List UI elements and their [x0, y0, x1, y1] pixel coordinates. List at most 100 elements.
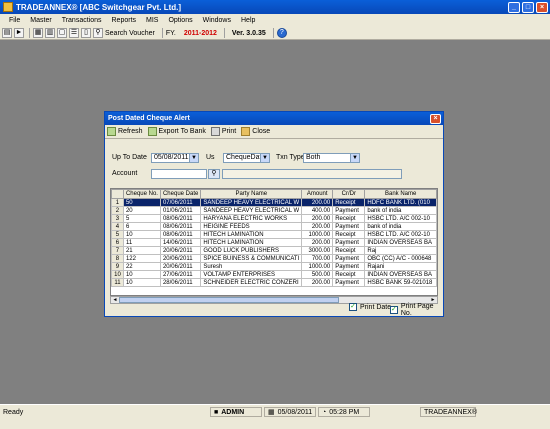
row-number[interactable]: 9 [111, 262, 124, 271]
menu-help[interactable]: Help [241, 17, 255, 24]
amount-cell[interactable]: 400.00 [301, 206, 334, 215]
chevron-down-icon[interactable]: ▼ [260, 154, 269, 162]
search-voucher-button[interactable]: Search Voucher [105, 30, 155, 37]
row-number[interactable]: 11 [111, 278, 124, 287]
amount-cell[interactable]: 200.00 [301, 278, 334, 287]
cheque-no-cell[interactable]: 21 [122, 246, 161, 255]
bank-name-cell[interactable]: INDIAN OVERSEAS BA [364, 270, 437, 279]
us-select[interactable]: ChequeDate ▼ [223, 153, 270, 163]
crdr-cell[interactable]: Payment [332, 222, 366, 231]
scroll-left-icon[interactable]: ◄ [111, 297, 119, 303]
column-header[interactable]: Bank Name [364, 189, 437, 199]
cheque-date-cell[interactable]: 20/06/2011 [159, 246, 202, 255]
party-name-cell[interactable]: SANDEEP HEAVY ELECTRICAL W [200, 206, 303, 215]
row-number[interactable]: 6 [111, 238, 124, 247]
exit-icon[interactable]: ► [14, 28, 24, 38]
document-icon[interactable]: ▯ [81, 28, 91, 38]
party-name-cell[interactable]: SCHNEIDER ELECTRIC CONZERI [200, 278, 303, 287]
bank-name-cell[interactable]: HSBC LTD. A/C 002-10 [364, 230, 437, 239]
account-search-icon[interactable]: ⚲ [208, 169, 220, 179]
amount-cell[interactable]: 1000.00 [301, 230, 334, 239]
cheque-date-cell[interactable]: 07/06/2011 [159, 198, 202, 207]
cheque-no-cell[interactable]: 10 [122, 278, 161, 287]
search-voucher-icon[interactable]: ⚲ [93, 28, 103, 38]
column-header[interactable]: Cheque Date [159, 189, 202, 199]
cheque-no-cell[interactable]: 5 [122, 214, 161, 223]
window-icon[interactable]: ▢ [57, 28, 67, 38]
crdr-cell[interactable]: Payment [332, 254, 366, 263]
amount-cell[interactable]: 200.00 [301, 238, 334, 247]
account-field[interactable] [151, 169, 207, 179]
party-name-cell[interactable]: HITECH LAMINATION [200, 238, 303, 247]
amount-cell[interactable]: 200.00 [301, 198, 334, 207]
txn-type-select[interactable]: Both ▼ [303, 153, 360, 163]
table-row[interactable]: 10 10 27/06/2011 VOLTAMP ENTERPRISES 500.00 R… [111, 270, 437, 279]
table-row[interactable]: 11 10 28/06/2011 SCHNEIDER ELECTRIC CONZERI… [111, 278, 437, 287]
column-header[interactable]: Cheque No. [122, 189, 161, 199]
table-row[interactable]: 8 122 20/06/2011 SPICE BUINESS & COMMUNICAT… [111, 254, 437, 263]
bank-name-cell[interactable]: HDFC BANK LTD. (010 [364, 198, 437, 207]
print-page-checkbox[interactable]: ✓ Print Page No. [390, 303, 443, 317]
cheque-no-cell[interactable]: 11 [122, 238, 161, 247]
bank-name-cell[interactable]: Rajani [364, 262, 437, 271]
crdr-cell[interactable]: Payment [332, 238, 366, 247]
menu-mis[interactable]: MIS [146, 17, 158, 24]
party-name-cell[interactable]: Suresh [200, 262, 303, 271]
amount-cell[interactable]: 3000.00 [301, 246, 334, 255]
crdr-cell[interactable]: Receipt [332, 270, 366, 279]
cheque-date-cell[interactable]: 08/06/2011 [159, 230, 202, 239]
minimize-button[interactable]: _ [508, 1, 520, 13]
refresh-button[interactable]: Refresh [107, 127, 143, 136]
menu-reports[interactable]: Reports [112, 17, 137, 24]
table-row[interactable]: 6 11 14/06/2011 HITECH LAMINATION 200.00 Paym… [111, 238, 437, 247]
crdr-cell[interactable]: Payment [332, 278, 366, 287]
print-button[interactable]: Print [210, 127, 236, 136]
menu-options[interactable]: Options [168, 17, 192, 24]
table-row[interactable]: 1 50 07/06/2011 SANDEEP HEAVY ELECTRICAL W2… [111, 198, 437, 207]
crdr-cell[interactable]: Receipt [332, 214, 366, 223]
chevron-down-icon[interactable]: ▼ [189, 154, 198, 162]
party-name-cell[interactable]: SPICE BUINESS & COMMUNICATI [200, 254, 303, 263]
cheque-date-cell[interactable]: 28/06/2011 [159, 278, 202, 287]
dialog-close-icon[interactable]: × [430, 113, 441, 124]
chevron-down-icon[interactable]: ▼ [350, 154, 359, 162]
cheque-no-cell[interactable]: 50 [122, 198, 161, 207]
cheque-date-cell[interactable]: 01/06/2011 [159, 206, 202, 215]
crdr-cell[interactable]: Receipt [332, 198, 366, 207]
cheque-no-cell[interactable]: 10 [122, 270, 161, 279]
print-date-checkbox[interactable]: ✓ Print Date [349, 303, 391, 311]
table-row[interactable]: 4 6 08/06/2011 HEIGINE FEEDS 200.00 Payment ba… [111, 222, 437, 231]
close-button[interactable]: × [536, 1, 548, 13]
list-icon[interactable]: ☰ [69, 28, 79, 38]
amount-cell[interactable]: 1000.00 [301, 262, 334, 271]
cheque-no-cell[interactable]: 22 [122, 262, 161, 271]
row-number[interactable]: 3 [111, 214, 124, 223]
row-number[interactable]: 7 [111, 246, 124, 255]
cheque-no-cell[interactable]: 10 [122, 230, 161, 239]
column-header[interactable]: Party Name [200, 189, 303, 199]
row-number[interactable]: 10 [111, 270, 124, 279]
table-row[interactable]: 9 22 20/06/2011 Suresh 1000.00 Payment Rajani [111, 262, 437, 271]
column-header[interactable]: Amount [301, 189, 334, 199]
maximize-button[interactable]: □ [522, 1, 534, 13]
party-name-cell[interactable]: GOOD LUCK PUBLISHERS [200, 246, 303, 255]
crdr-cell[interactable]: Payment [332, 262, 366, 271]
row-number[interactable]: 4 [111, 222, 124, 231]
cheque-date-cell[interactable]: 27/06/2011 [159, 270, 202, 279]
crdr-cell[interactable]: Payment [332, 206, 366, 215]
menu-file[interactable]: File [9, 17, 20, 24]
table-row[interactable]: 3 5 08/06/2011 HARYANA ELECTRIC WORKS 200.00… [111, 214, 437, 223]
cheque-date-cell[interactable]: 20/06/2011 [159, 262, 202, 271]
menu-transactions[interactable]: Transactions [62, 17, 102, 24]
cheque-no-cell[interactable]: 6 [122, 222, 161, 231]
cheque-date-cell[interactable]: 20/06/2011 [159, 254, 202, 263]
bank-name-cell[interactable]: Raj [364, 246, 437, 255]
table-row[interactable]: 2 20 01/06/2011 SANDEEP HEAVY ELECTRICAL W4… [111, 206, 437, 215]
party-name-cell[interactable]: VOLTAMP ENTERPRISES [200, 270, 303, 279]
row-number[interactable]: 5 [111, 230, 124, 239]
bank-name-cell[interactable]: bank of india [364, 222, 437, 231]
help-icon[interactable]: ? [276, 28, 287, 38]
cheque-date-cell[interactable]: 08/06/2011 [159, 222, 202, 231]
cheque-no-cell[interactable]: 20 [122, 206, 161, 215]
bank-name-cell[interactable]: bank of india [364, 206, 437, 215]
